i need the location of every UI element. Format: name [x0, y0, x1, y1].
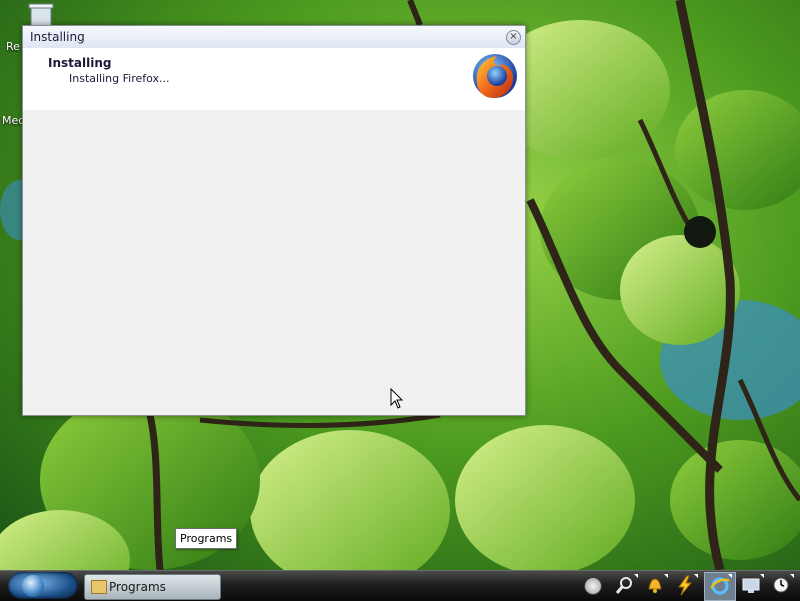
dialog-header-panel: Installing Installing Firefox... — [23, 48, 525, 110]
mouse-cursor-icon — [390, 388, 404, 409]
taskbar-button-label: Programs — [109, 580, 166, 594]
tray-arrow-icon — [728, 574, 732, 578]
firefox-logo-icon — [473, 54, 517, 98]
monitor-icon[interactable] — [740, 574, 762, 596]
tray-arrow-icon — [664, 574, 668, 578]
taskbar-tooltip: Programs — [175, 528, 238, 549]
close-icon: × — [509, 31, 518, 42]
tray-arrow-icon — [634, 574, 638, 578]
installer-dialog: Installing × Installing Installing Firef… — [22, 25, 526, 416]
clock-icon[interactable] — [770, 574, 792, 596]
show-desktop-button[interactable] — [584, 577, 602, 595]
taskbar-button-programs[interactable]: Programs — [84, 574, 221, 600]
desktop-icon-label: Re — [6, 40, 20, 53]
start-button[interactable] — [8, 572, 78, 599]
tray-arrow-icon — [694, 574, 698, 578]
bell-icon[interactable] — [644, 574, 666, 596]
header-title: Installing — [48, 56, 112, 70]
ie-icon — [710, 577, 730, 595]
taskbar: Programs — [0, 570, 800, 601]
magnifier-icon[interactable] — [614, 574, 636, 596]
tray-arrow-icon — [760, 574, 764, 578]
windows-start-orb-icon — [22, 575, 44, 597]
close-button[interactable]: × — [506, 30, 521, 45]
folder-icon — [91, 580, 107, 594]
dialog-title: Installing — [30, 30, 85, 44]
header-subtitle: Installing Firefox... — [69, 72, 170, 85]
lightning-icon[interactable] — [674, 574, 696, 596]
tray-arrow-icon — [790, 574, 794, 578]
dialog-titlebar[interactable]: Installing × — [23, 26, 525, 49]
